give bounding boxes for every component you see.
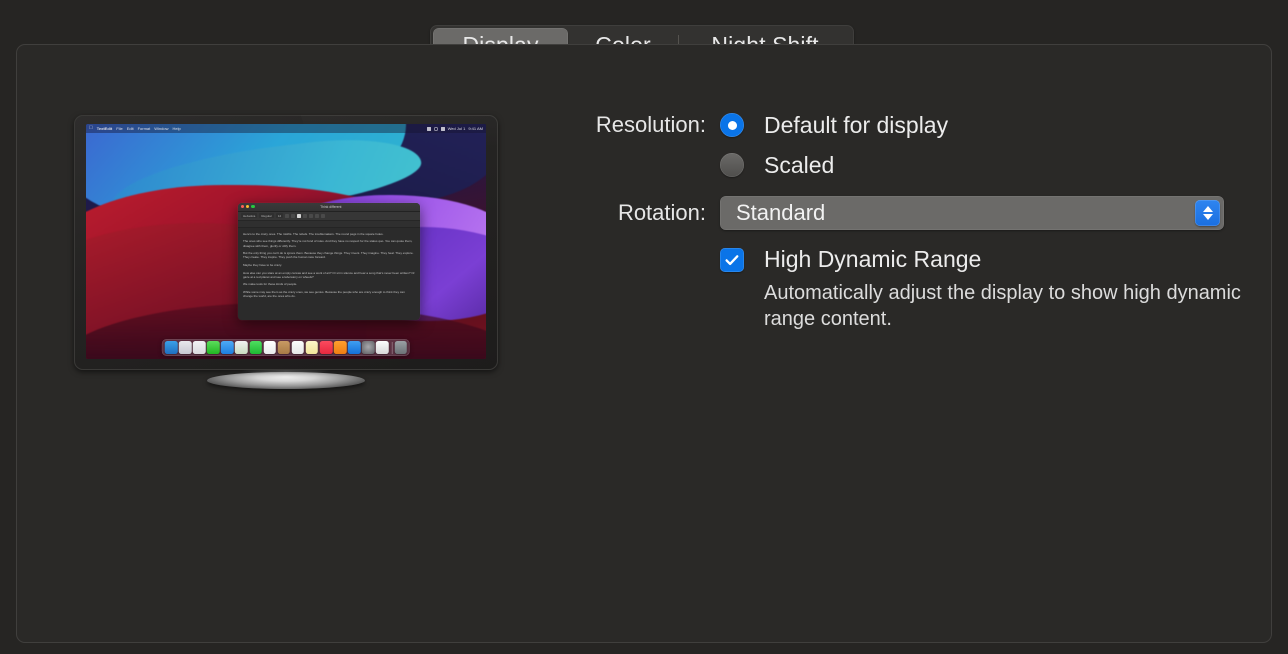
display-preview:  TextEdit File Edit Format Window Help …: [74, 115, 498, 389]
calendar-icon: [263, 341, 276, 354]
preview-dock: [161, 339, 411, 356]
battery-icon: [426, 126, 431, 131]
books-icon: [333, 341, 347, 354]
radio-default-for-display-label: Default for display: [764, 111, 949, 138]
menu-item-window: Window: [150, 126, 168, 131]
reminders-icon: [291, 341, 305, 354]
document-paragraph: While some may see them as the crazy one…: [243, 289, 405, 299]
dock-separator: [391, 341, 392, 354]
rotation-selected-value: Standard: [736, 200, 826, 225]
textedit-document-title: Think different: [320, 204, 342, 209]
align-right-button-icon: [309, 213, 314, 218]
document-paragraph: How else can you stare at an empty canva…: [243, 270, 415, 279]
textedit-icon: [376, 341, 389, 354]
display-preferences-pane: Display Color Night Shift: [0, 0, 1288, 654]
document-paragraph: The ones who see things differently. The…: [243, 239, 413, 248]
document-paragraph: Here's to the crazy ones. The misfits. T…: [243, 231, 384, 236]
font-size-field: 12: [275, 213, 284, 219]
rotation-label: Rotation:: [617, 200, 706, 225]
textedit-ruler: [238, 220, 420, 228]
safari-icon: [192, 341, 206, 354]
appstore-icon: [347, 341, 361, 354]
checkmark-icon: [725, 254, 739, 265]
close-button-icon: [241, 205, 245, 209]
bold-button-icon: [285, 213, 290, 218]
menu-item-format: Format: [133, 126, 151, 131]
menu-bar-date: Wed Jul 1: [447, 126, 466, 131]
preview-menu-bar:  TextEdit File Edit Format Window Help …: [86, 124, 486, 133]
rotation-row: Rotation: Standard: [560, 196, 1260, 230]
menu-item-file: File: [112, 126, 122, 131]
textedit-document-body: Here's to the crazy ones. The misfits. T…: [238, 228, 420, 303]
radio-default-for-display-indicator[interactable]: [720, 113, 744, 137]
zoom-button-icon: [251, 205, 255, 209]
menu-item-edit: Edit: [122, 126, 134, 131]
maps-icon: [235, 341, 248, 354]
chevron-up-icon: [1202, 206, 1213, 212]
hdr-checkbox[interactable]: [720, 247, 744, 272]
spotlight-icon: [434, 127, 438, 131]
hdr-label: High Dynamic Range: [764, 246, 982, 272]
radio-scaled[interactable]: Scaled: [720, 150, 1260, 180]
radio-scaled-indicator[interactable]: [720, 153, 744, 177]
menu-bar-time: 9:41 AM: [468, 126, 483, 131]
chevron-down-icon: [1202, 214, 1213, 220]
monitor-stand-base: [207, 372, 365, 389]
resolution-label: Resolution:: [595, 112, 706, 137]
monitor-bezel:  TextEdit File Edit Format Window Help …: [74, 115, 498, 370]
apple-menu-icon: : [89, 126, 93, 131]
monitor-screen:  TextEdit File Edit Format Window Help …: [86, 124, 486, 359]
list-button-icon: [315, 213, 320, 218]
menu-item-help: Help: [168, 126, 181, 131]
facetime-icon: [249, 341, 262, 354]
system-preferences-icon: [362, 341, 375, 354]
messages-icon: [207, 341, 220, 354]
launchpad-icon: [178, 341, 192, 354]
menu-bar-status-area: Wed Jul 1 9:41 AM: [426, 126, 483, 131]
control-center-icon: [440, 126, 445, 131]
mail-icon: [221, 341, 234, 354]
rotation-popup-button[interactable]: Standard: [720, 196, 1224, 230]
hdr-description: Automatically adjust the display to show…: [764, 282, 1241, 331]
rotation-control: Standard: [720, 196, 1260, 230]
music-icon: [319, 341, 333, 354]
notes-icon: [305, 341, 319, 354]
radio-default-for-display[interactable]: Default for display: [720, 110, 1260, 140]
hdr-checkbox-row[interactable]: High Dynamic Range: [720, 246, 1260, 273]
display-settings-form: Resolution: Default for display Scaled R…: [560, 110, 1260, 333]
document-paragraph: But the only thing you can't do is ignor…: [243, 251, 414, 260]
font-name-field: Helvetica: [241, 213, 258, 219]
preview-textedit-window: Think different Helvetica Regular 12 Her…: [238, 202, 420, 321]
spacing-button-icon: [321, 213, 326, 218]
menu-item-app: TextEdit: [93, 126, 112, 131]
italic-button-icon: [291, 213, 296, 218]
chevron-up-down-icon[interactable]: [1195, 200, 1220, 226]
document-paragraph: We make tools for these kinds of people.: [243, 282, 298, 287]
align-left-button-icon: [297, 213, 302, 218]
radio-scaled-label: Scaled: [764, 151, 835, 178]
trash-icon: [394, 341, 408, 354]
photos-icon: [277, 341, 291, 354]
textedit-title-bar: Think different: [238, 202, 420, 212]
resolution-row: Resolution: Default for display Scaled: [560, 110, 1260, 190]
align-center-button-icon: [303, 213, 308, 218]
finder-icon: [164, 341, 178, 354]
font-style-field: Regular: [259, 213, 274, 219]
resolution-options: Default for display Scaled: [720, 110, 1260, 190]
textedit-toolbar: Helvetica Regular 12: [238, 211, 420, 221]
minimize-button-icon: [246, 205, 250, 209]
document-paragraph: Maybe they have to be crazy.: [243, 263, 282, 267]
